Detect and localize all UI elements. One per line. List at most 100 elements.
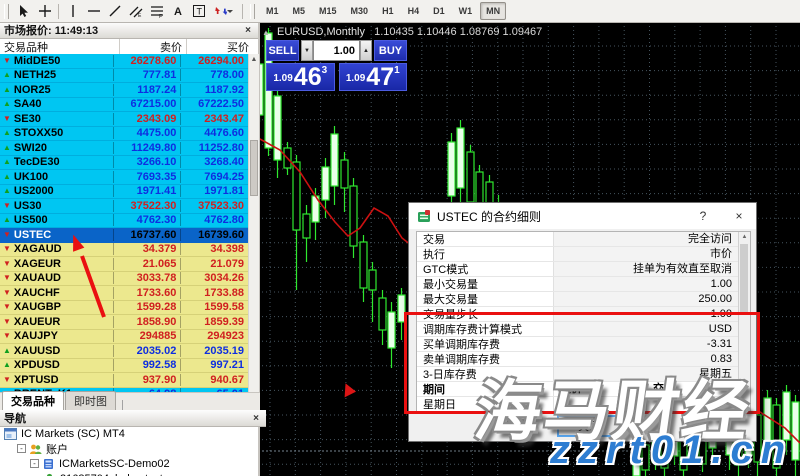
nav-item-21685704-helen-test[interactable]: 21685704: helen test <box>0 471 258 476</box>
label-icon[interactable]: T <box>188 2 209 20</box>
symbol-label: SA40 <box>14 98 42 110</box>
spec-row: 最大交易量250.00 <box>417 292 738 307</box>
nav-item-icmarketssc-demo02[interactable]: -ICMarketsSC-Demo02 <box>0 456 258 471</box>
symbol-cell: ▼XAUJPY <box>0 330 113 342</box>
timeframe-grip[interactable] <box>250 4 255 19</box>
buy-price-prefix: 1.09 <box>346 73 365 84</box>
market-row-XPTUSD[interactable]: ▼XPTUSD937.90940.67 <box>0 373 248 388</box>
bid-cell: 67215.00 <box>113 98 181 110</box>
market-watch-scrollbar[interactable]: ▲ ▼ <box>248 54 259 410</box>
symbol-label: US2000 <box>14 185 54 197</box>
sell-button[interactable]: SELL <box>266 40 299 61</box>
market-watch-close-icon[interactable]: × <box>242 25 254 36</box>
symbol-cell: ▲US2000 <box>0 185 113 197</box>
market-row-SWI20[interactable]: ▲SWI2011249.8011252.80 <box>0 141 248 156</box>
toolbar-grip[interactable] <box>4 4 9 19</box>
volume-increase-button[interactable]: ▲ <box>360 40 372 61</box>
market-row-XAUUSD[interactable]: ▲XAUUSD2035.022035.19 <box>0 344 248 359</box>
symbol-cell: ▲XPDUSD <box>0 359 113 371</box>
horizontal-line-icon[interactable] <box>83 2 104 20</box>
sell-price-panel[interactable]: 1.09 46 3 <box>266 63 335 91</box>
market-row-XAUGBP[interactable]: ▼XAUGBP1599.281599.58 <box>0 301 248 316</box>
buy-button[interactable]: BUY <box>374 40 407 61</box>
buy-price-sup: 1 <box>394 65 400 76</box>
spec-value: 星期五 <box>553 367 738 381</box>
help-button[interactable]: ? <box>688 205 718 227</box>
market-row-USTEC[interactable]: ▼USTEC16737.6016739.60 <box>0 228 248 243</box>
symbol-cell: ▼MidDE50 <box>0 55 113 67</box>
timeframe-m15[interactable]: M15 <box>313 2 343 20</box>
volume-input[interactable]: 1.00 <box>313 40 360 61</box>
navigator-tree: IC Markets (SC) MT4-账户-ICMarketsSC-Demo0… <box>0 426 258 476</box>
dialog-scrollbar[interactable]: ▲ ▼ <box>738 232 750 412</box>
ask-cell: 1187.92 <box>180 84 248 96</box>
session-col-quote: 报价 <box>553 382 646 396</box>
spec-row: 3-日库存费星期五 <box>417 367 738 382</box>
market-row-STOXX50[interactable]: ▲STOXX504475.004476.60 <box>0 127 248 142</box>
market-row-NETH25[interactable]: ▲NETH25777.81778.00 <box>0 69 248 84</box>
volume-decrease-button[interactable]: ▼ <box>301 40 313 61</box>
symbol-label: US500 <box>14 214 48 226</box>
market-row-XAUAUD[interactable]: ▼XAUAUD3033.783034.26 <box>0 272 248 287</box>
fibonacci-icon[interactable]: F <box>146 2 167 20</box>
navigator-close-icon[interactable]: × <box>250 413 262 424</box>
svg-text:F: F <box>159 14 162 18</box>
toolbar: E F A T M1M5M15M30H1H4D1W1MN <box>0 0 800 23</box>
nav-item--[interactable]: -账户 <box>0 441 258 456</box>
market-row-SE30[interactable]: ▼SE302343.092343.47 <box>0 112 248 127</box>
market-row-US2000[interactable]: ▲US20001971.411971.81 <box>0 185 248 200</box>
equidistant-channel-icon[interactable]: E <box>125 2 146 20</box>
market-row-SA40[interactable]: ▲SA4067215.0067222.50 <box>0 98 248 113</box>
text-icon[interactable]: A <box>167 2 188 20</box>
timeframe-h4[interactable]: H4 <box>402 2 426 20</box>
market-row-UK100[interactable]: ▲UK1007693.357694.25 <box>0 170 248 185</box>
column-bid[interactable]: 卖价 <box>119 39 186 55</box>
dialog-scroll-up-icon[interactable]: ▲ <box>739 232 750 243</box>
timeframe-m30[interactable]: M30 <box>345 2 375 20</box>
market-row-NOR25[interactable]: ▲NOR251187.241187.92 <box>0 83 248 98</box>
dialog-scroll-thumb[interactable] <box>740 244 748 314</box>
scroll-thumb[interactable] <box>250 140 258 196</box>
timeframe-d1[interactable]: D1 <box>427 2 451 20</box>
tab-symbols[interactable]: 交易品种 <box>2 391 64 411</box>
market-row-XAGAUD[interactable]: ▼XAGAUD34.37934.398 <box>0 243 248 258</box>
market-row-TecDE30[interactable]: ▲TecDE303266.103268.40 <box>0 156 248 171</box>
market-row-XAUCHF[interactable]: ▼XAUCHF1733.601733.88 <box>0 286 248 301</box>
collapse-icon[interactable]: ▲ <box>262 28 270 37</box>
timeframe-m5[interactable]: M5 <box>287 2 312 20</box>
symbol-cell: ▲XAUUSD <box>0 345 113 357</box>
timeframe-w1[interactable]: W1 <box>453 2 479 20</box>
market-row-US500[interactable]: ▲US5004762.304762.80 <box>0 214 248 229</box>
timeframe-m1[interactable]: M1 <box>260 2 285 20</box>
close-button[interactable]: 关闭 <box>557 415 621 437</box>
crosshair-icon[interactable] <box>34 2 55 20</box>
collapse-expander-icon[interactable]: - <box>30 459 39 468</box>
column-symbol[interactable]: 交易品种 <box>0 39 119 55</box>
tab-tick-chart[interactable]: 即时图 <box>65 391 116 411</box>
dialog-close-icon[interactable]: × <box>724 205 754 227</box>
nav-item-label: 21685704: helen test <box>60 473 163 476</box>
bid-cell: 26278.60 <box>113 55 181 67</box>
contract-spec-dialog: USTEC 的合约细则 ? × 交易完全访问执行市价GTC模式挂单为有效直至取消… <box>408 202 757 442</box>
bid-cell: 3266.10 <box>113 156 181 168</box>
buy-price-panel[interactable]: 1.09 47 1 <box>339 63 408 91</box>
market-row-XAUJPY[interactable]: ▼XAUJPY294885294923 <box>0 330 248 345</box>
market-row-XAUEUR[interactable]: ▼XAUEUR1858.901859.39 <box>0 315 248 330</box>
collapse-expander-icon[interactable]: - <box>17 444 26 453</box>
cursor-icon[interactable] <box>13 2 34 20</box>
timeframe-h1[interactable]: H1 <box>376 2 400 20</box>
session-col-trade: 交易 <box>646 382 738 396</box>
market-row-XPDUSD[interactable]: ▲XPDUSD992.58997.21 <box>0 359 248 374</box>
arrows-dropdown-icon[interactable] <box>209 2 239 20</box>
nav-item-ic-markets-sc-mt4[interactable]: IC Markets (SC) MT4 <box>0 426 258 441</box>
dialog-title: USTEC 的合约细则 <box>437 208 541 225</box>
bid-cell: 2343.09 <box>113 113 181 125</box>
column-ask[interactable]: 买价 <box>186 39 253 55</box>
timeframe-mn[interactable]: MN <box>480 2 506 20</box>
vertical-line-icon[interactable] <box>62 2 83 20</box>
market-row-XAGEUR[interactable]: ▼XAGEUR21.06521.079 <box>0 257 248 272</box>
trendline-icon[interactable] <box>104 2 125 20</box>
market-row-MidDE50[interactable]: ▼MidDE5026278.6026294.00 <box>0 54 248 69</box>
market-row-US30[interactable]: ▼US3037522.3037523.30 <box>0 199 248 214</box>
scroll-up-icon[interactable]: ▲ <box>249 54 259 66</box>
